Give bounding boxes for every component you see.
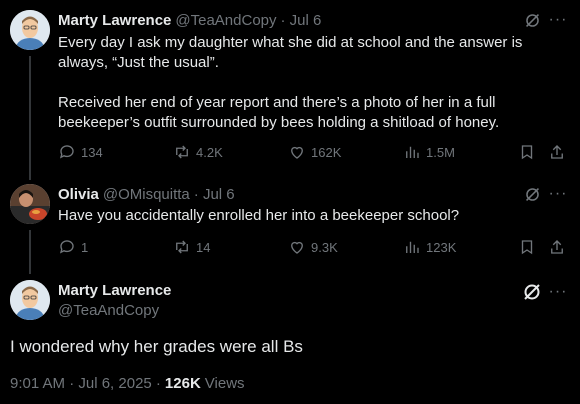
like-button[interactable]: 162K <box>288 143 341 161</box>
avatar-olivia[interactable] <box>10 184 50 224</box>
views-button[interactable]: 1.5M <box>403 143 455 161</box>
views-total: 126K <box>164 375 201 392</box>
views-label: Views <box>204 375 245 392</box>
views-count: 1.5M <box>426 144 455 160</box>
views-count: 123K <box>426 239 457 255</box>
tweet1-header: Marty Lawrence @TeaAndCopy · Jul 6 <box>58 10 321 30</box>
bookmark-button[interactable] <box>518 238 536 256</box>
repost-button[interactable]: 14 <box>173 238 210 256</box>
repost-icon <box>176 145 188 159</box>
bookmark-icon <box>521 240 533 255</box>
tweet2-text: Have you accidentally enrolled her into … <box>58 207 460 224</box>
bookmark-button[interactable] <box>518 143 536 161</box>
thread-line <box>29 56 31 180</box>
like-count: 9.3K <box>311 239 338 255</box>
author-handle[interactable]: @OMisquitta <box>103 186 190 203</box>
repost-count: 4.2K <box>196 144 223 160</box>
tweet-date[interactable]: · Jul 6 <box>194 186 235 203</box>
bookmark-icon <box>521 145 533 160</box>
tweet1-text: Every day I ask my daughter what she did… <box>58 34 523 131</box>
reply-count: 134 <box>81 144 103 160</box>
grok-icon[interactable] <box>522 282 542 302</box>
tweet-date[interactable]: · Jul 6 <box>281 12 322 29</box>
author-handle[interactable]: @TeaAndCopy <box>175 12 276 29</box>
tweet1-actions: 134 4.2K 162K 1.5M <box>58 143 568 163</box>
views-button[interactable]: 123K <box>403 238 456 256</box>
repost-count: 14 <box>196 239 211 255</box>
more-icon[interactable]: ··· <box>548 10 568 30</box>
timestamp[interactable]: 9:01 AM · Jul 6, 2025 · <box>10 374 161 394</box>
views-icon <box>406 241 419 253</box>
reply-button[interactable]: 134 <box>58 143 103 161</box>
tweet3-text: I wondered why her grades were all Bs <box>10 337 303 356</box>
avatar-marty[interactable] <box>10 280 50 320</box>
author-name[interactable]: Marty Lawrence <box>58 12 171 29</box>
reply-button[interactable]: 1 <box>58 238 88 256</box>
tweet2-header: Olivia @OMisquitta · Jul 6 <box>58 184 235 204</box>
reply-count: 1 <box>81 239 89 255</box>
reply-icon <box>59 145 74 159</box>
author-name[interactable]: Marty Lawrence <box>58 282 171 300</box>
more-icon[interactable]: ··· <box>548 184 568 204</box>
like-count: 162K <box>311 144 342 160</box>
like-icon <box>291 241 303 254</box>
author-name[interactable]: Olivia <box>58 186 99 203</box>
share-button[interactable] <box>548 143 566 161</box>
share-button[interactable] <box>548 238 566 256</box>
share-icon <box>551 145 563 159</box>
tweet3-meta: 9:01 AM · Jul 6, 2025 · 126K Views <box>10 374 245 394</box>
grok-icon[interactable] <box>522 10 542 30</box>
tweet2-actions: 1 14 9.3K 123K <box>58 238 568 258</box>
author-handle[interactable]: @TeaAndCopy <box>58 302 159 320</box>
more-icon[interactable]: ··· <box>548 282 568 302</box>
like-button[interactable]: 9.3K <box>288 238 338 256</box>
reply-icon <box>59 240 74 254</box>
grok-icon[interactable] <box>522 184 542 204</box>
repost-button[interactable]: 4.2K <box>173 143 223 161</box>
avatar-marty[interactable] <box>10 10 50 50</box>
repost-icon <box>176 240 188 254</box>
thread-line <box>29 230 31 274</box>
share-icon <box>551 240 563 254</box>
like-icon <box>291 146 303 159</box>
views-icon <box>406 146 419 158</box>
